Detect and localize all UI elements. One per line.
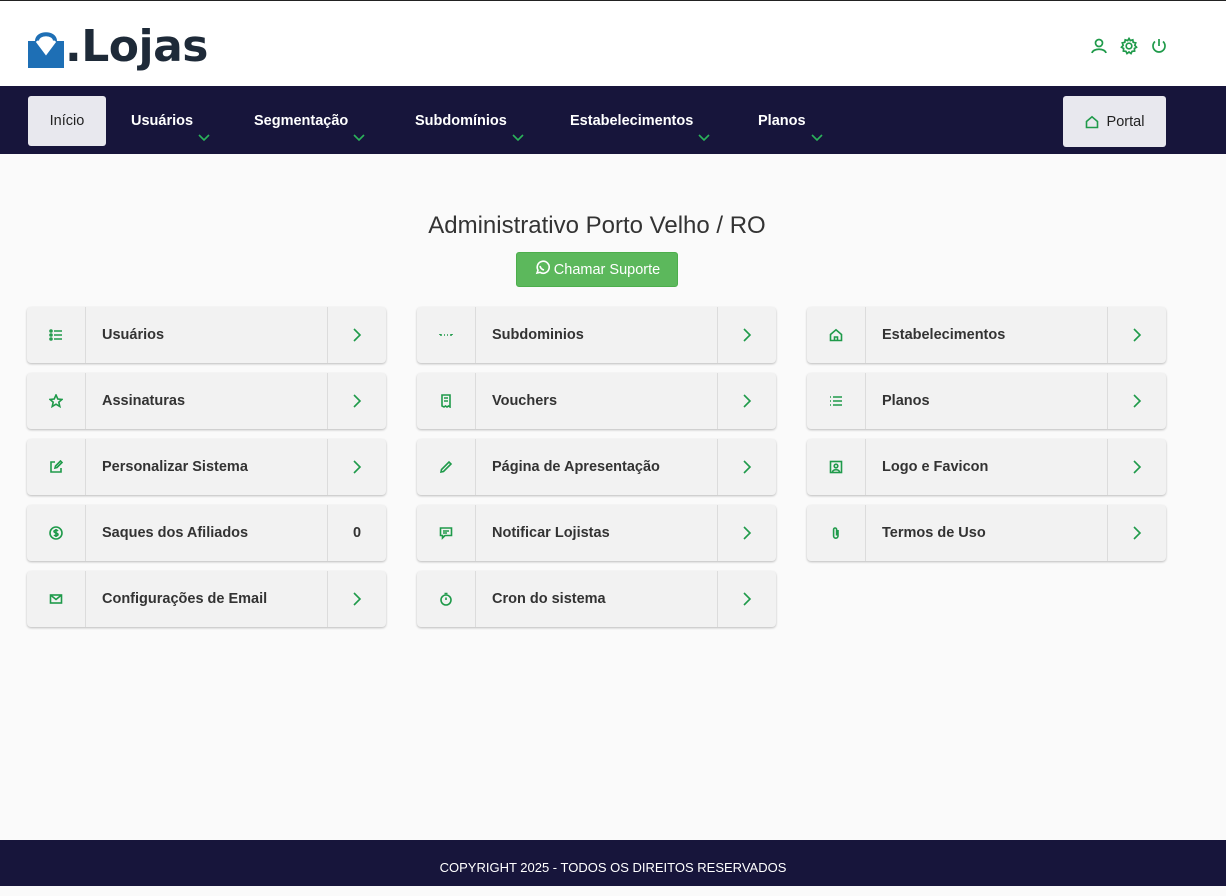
chevron-right-icon[interactable]	[717, 571, 776, 627]
menu-card[interactable]: Personalizar Sistema	[27, 439, 386, 495]
menu-card[interactable]: Saques dos Afiliados 0	[27, 505, 386, 561]
power-icon[interactable]	[1150, 37, 1168, 55]
chevron-down-icon	[353, 114, 365, 141]
page-title: Administrativo Porto Velho / RO	[428, 212, 766, 239]
nav-label: Segmentação	[254, 113, 349, 129]
card-label: Planos	[882, 393, 930, 409]
support-label: Chamar Suporte	[553, 261, 661, 278]
chevron-down-icon	[810, 114, 823, 141]
menu-card[interactable]: Termos de Uso	[807, 505, 1166, 561]
nav-subdominios[interactable]: Subdomínios	[415, 96, 524, 146]
chevron-right-icon[interactable]	[327, 571, 386, 627]
shopping-bag-logo-icon	[28, 32, 64, 68]
card-label: Notificar Lojistas	[492, 525, 610, 541]
chevron-right-icon[interactable]	[1107, 373, 1166, 429]
support-button[interactable]: Chamar Suporte	[516, 252, 678, 287]
menu-card[interactable]: Subdominios	[417, 307, 776, 363]
chevron-right-icon[interactable]	[717, 505, 776, 561]
nav-planos[interactable]: Planos	[758, 96, 823, 146]
dollar-icon	[27, 505, 86, 561]
home-icon	[807, 307, 866, 363]
footer: COPYRIGHT 2025 - TODOS OS DIREITOS RESER…	[0, 840, 1226, 886]
menu-card[interactable]: Página de Apresentação	[417, 439, 776, 495]
card-label: Configurações de Email	[102, 591, 268, 607]
chevron-right-icon[interactable]	[717, 439, 776, 495]
card-label: Vouchers	[492, 393, 558, 409]
portal-label: Portal	[1106, 113, 1145, 130]
nav-label: Usuários	[131, 113, 194, 129]
card-label: Cron do sistema	[492, 591, 606, 607]
top-bar: .Lojas	[0, 0, 1226, 86]
card-label: Saques dos Afiliados	[102, 525, 249, 541]
card-count: 0	[327, 505, 386, 561]
nav-label: Estabelecimentos	[570, 113, 694, 129]
menu-card[interactable]: Logo e Favicon	[807, 439, 1166, 495]
card-label: Logo e Favicon	[882, 459, 989, 475]
card-label: Personalizar Sistema	[102, 459, 248, 475]
menu-card[interactable]: Assinaturas	[27, 373, 386, 429]
list-lines-icon	[807, 373, 866, 429]
nav-estabelecimentos[interactable]: Estabelecimentos	[570, 96, 710, 146]
menu-card[interactable]: Configurações de Email	[27, 571, 386, 627]
menu-card[interactable]: Planos	[807, 373, 1166, 429]
whatsapp-icon	[535, 260, 550, 274]
card-label: Assinaturas	[102, 393, 186, 409]
chevron-right-icon[interactable]	[717, 373, 776, 429]
chevron-right-icon[interactable]	[1107, 505, 1166, 561]
nav-label: Subdomínios	[415, 113, 507, 129]
pencil-icon	[417, 439, 476, 495]
main-navbar: Início Usuários Segmentação Subdomínios …	[0, 86, 1226, 154]
portal-button[interactable]: Portal	[1063, 96, 1166, 147]
message-icon	[417, 505, 476, 561]
chevron-down-icon	[698, 114, 710, 141]
mail-icon	[27, 571, 86, 627]
card-label: Subdominios	[492, 327, 584, 343]
menu-card[interactable]: Usuários	[27, 307, 386, 363]
home-icon	[1085, 115, 1098, 128]
timer-icon	[417, 571, 476, 627]
image-icon	[807, 439, 866, 495]
menu-card[interactable]: Vouchers	[417, 373, 776, 429]
card-label: Termos de Uso	[882, 525, 986, 541]
nav-home[interactable]: Início	[28, 96, 106, 146]
chevron-right-icon[interactable]	[327, 307, 386, 363]
chevron-right-icon[interactable]	[1107, 307, 1166, 363]
paperclip-icon	[807, 505, 866, 561]
card-label: Página de Apresentação	[492, 459, 660, 475]
nav-segmentacao[interactable]: Segmentação	[254, 96, 365, 146]
chevron-down-icon	[512, 114, 524, 141]
menu-card[interactable]: Estabelecimentos	[807, 307, 1166, 363]
dots-icon	[417, 307, 476, 363]
card-label: Estabelecimentos	[882, 327, 1006, 343]
card-label: Usuários	[102, 327, 165, 343]
chevron-right-icon[interactable]	[327, 439, 386, 495]
edit-icon	[27, 439, 86, 495]
chevron-right-icon[interactable]	[717, 307, 776, 363]
nav-label: Planos	[758, 113, 806, 129]
gear-icon[interactable]	[1120, 36, 1138, 55]
menu-card[interactable]: Notificar Lojistas	[417, 505, 776, 561]
receipt-icon	[417, 373, 476, 429]
brand-name: .Lojas	[65, 21, 208, 72]
star-icon	[27, 373, 86, 429]
user-icon[interactable]	[1090, 37, 1108, 55]
chevron-right-icon[interactable]	[327, 373, 386, 429]
list-icon	[27, 307, 86, 363]
user-menu	[1090, 36, 1168, 55]
menu-card[interactable]: Cron do sistema	[417, 571, 776, 627]
brand-logo[interactable]: .Lojas	[27, 21, 208, 69]
chevron-down-icon	[198, 114, 210, 141]
chevron-right-icon[interactable]	[1107, 439, 1166, 495]
nav-usuarios[interactable]: Usuários	[131, 96, 210, 146]
